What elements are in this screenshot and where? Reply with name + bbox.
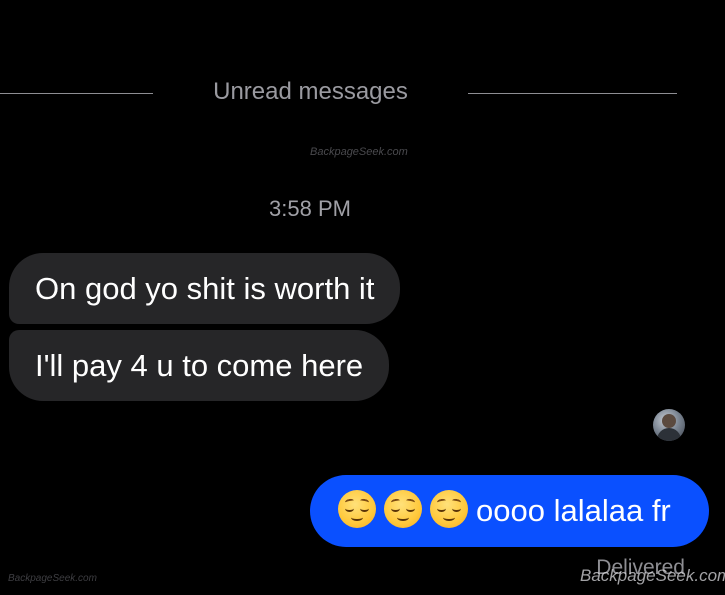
unread-messages-divider: Unread messages — [0, 74, 725, 114]
incoming-message-text: I'll pay 4 u to come here — [35, 348, 364, 383]
read-receipt-avatar[interactable] — [653, 409, 685, 441]
watermark-top: BackpageSeek.com — [310, 146, 408, 158]
relieved-face-icon — [338, 489, 376, 528]
divider-line-right — [468, 93, 677, 94]
outgoing-message-text: oooo lalalaa fr — [476, 492, 671, 528]
incoming-message-bubble[interactable]: I'll pay 4 u to come here — [9, 330, 390, 401]
unread-messages-label: Unread messages — [213, 78, 408, 105]
divider-line-left — [0, 93, 153, 94]
relieved-face-icon — [430, 489, 468, 528]
outgoing-message-bubble[interactable]: oooo lalalaa fr — [310, 475, 709, 547]
watermark-bottom-right: BackpageSeek.com — [580, 566, 725, 585]
message-timestamp: 3:58 PM — [269, 196, 351, 221]
relieved-face-icon — [384, 489, 422, 528]
watermark-bottom-left: BackpageSeek.com — [8, 573, 97, 584]
incoming-message-bubble[interactable]: On god yo shit is worth it — [9, 253, 401, 324]
incoming-message-text: On god yo shit is worth it — [35, 271, 375, 306]
